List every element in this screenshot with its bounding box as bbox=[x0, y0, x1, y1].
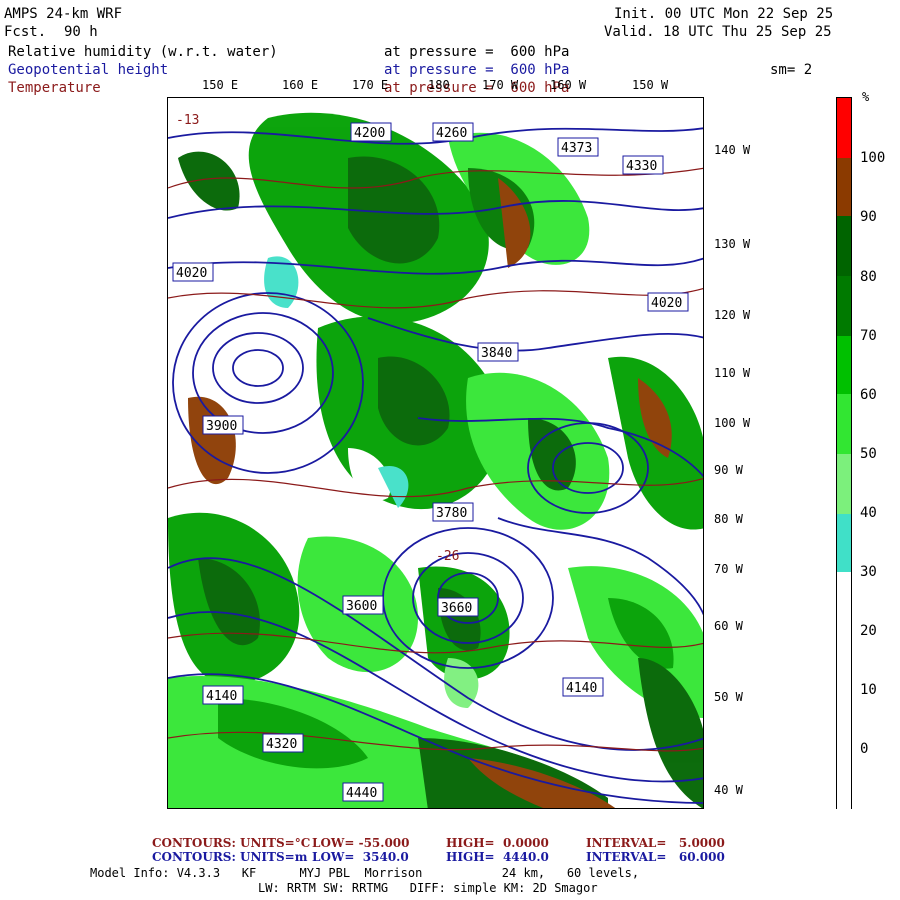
height-contour-units: UNITS=m bbox=[240, 850, 308, 864]
colorbar-segment bbox=[837, 572, 851, 810]
colorbar-segment bbox=[837, 336, 851, 394]
map-canvas: 4200 4260 4373 4330 4020 4020 3900 3840 … bbox=[168, 98, 703, 808]
temp-contour-units: UNITS=°C bbox=[240, 836, 311, 850]
colorbar-label: 100 bbox=[860, 150, 886, 166]
colorbar-label: 30 bbox=[860, 564, 877, 580]
lon-label: 180 bbox=[428, 78, 450, 92]
colorbar-label: 0 bbox=[860, 741, 869, 757]
colorbar-label: 40 bbox=[860, 505, 877, 521]
lat-label: 140 W bbox=[714, 143, 751, 157]
colorbar-segment bbox=[837, 98, 851, 158]
colorbar-label: 50 bbox=[860, 446, 877, 462]
height-contour-title: CONTOURS: bbox=[152, 850, 236, 864]
lat-label: 130 W bbox=[714, 237, 751, 251]
lat-label: 90 W bbox=[714, 463, 743, 477]
lon-label: 150 W bbox=[632, 78, 669, 92]
temperature-label: -26 bbox=[436, 549, 459, 564]
colorbar-label: 90 bbox=[860, 209, 877, 225]
lon-label: 170 E bbox=[352, 78, 389, 92]
colorbar-label: 70 bbox=[860, 328, 877, 344]
height-contour-low: LOW= 3540.0 bbox=[312, 850, 409, 864]
lon-label: 160 E bbox=[282, 78, 319, 92]
height-contour-high: HIGH= 4440.0 bbox=[446, 850, 549, 864]
colorbar-segment bbox=[837, 454, 851, 514]
field-height-name: Geopotential height bbox=[8, 62, 169, 78]
lat-label: 110 W bbox=[714, 366, 751, 380]
lon-label: 160 W bbox=[550, 78, 587, 92]
height-label: 4020 bbox=[651, 296, 682, 311]
field-rh-name: Relative humidity (w.r.t. water) bbox=[8, 44, 278, 60]
colorbar-segment bbox=[837, 276, 851, 336]
lat-label: 60 W bbox=[714, 619, 743, 633]
height-label: 4373 bbox=[561, 141, 592, 156]
height-contour-interval: INTERVAL= 60.000 bbox=[586, 850, 725, 864]
colorbar-label: 20 bbox=[860, 623, 877, 639]
lon-label: 150 E bbox=[202, 78, 239, 92]
field-temp-name: Temperature bbox=[8, 80, 101, 96]
lat-label: 70 W bbox=[714, 562, 743, 576]
lon-label: 170 W bbox=[482, 78, 519, 92]
height-label: 4260 bbox=[436, 126, 467, 141]
height-label: 4140 bbox=[566, 681, 597, 696]
colorbar-segment bbox=[837, 394, 851, 454]
height-label: 4320 bbox=[266, 737, 297, 752]
field-height-level: at pressure = 600 hPa bbox=[384, 62, 570, 78]
height-label: 3660 bbox=[441, 601, 472, 616]
colorbar-label: 60 bbox=[860, 387, 877, 403]
height-label: 3780 bbox=[436, 506, 467, 521]
height-label: 3840 bbox=[481, 346, 512, 361]
forecast-label: Fcst. bbox=[4, 24, 47, 40]
temp-contour-title: CONTOURS: bbox=[152, 836, 236, 850]
lat-label: 50 W bbox=[714, 690, 743, 704]
field-temp-level: at pressure = 600 hPa bbox=[384, 80, 570, 96]
colorbar-label: 10 bbox=[860, 682, 877, 698]
lat-label: 40 W bbox=[714, 783, 743, 797]
temp-contour-low: LOW= -55.000 bbox=[312, 836, 410, 850]
colorbar-label: 80 bbox=[860, 269, 877, 285]
height-label: 4440 bbox=[346, 786, 377, 801]
model-info-line2: LW: RRTM SW: RRTMG DIFF: simple KM: 2D S… bbox=[258, 881, 598, 895]
height-label: 4330 bbox=[626, 159, 657, 174]
init-time: Init. 00 UTC Mon 22 Sep 25 bbox=[614, 6, 834, 22]
temp-contour-interval: INTERVAL= 5.0000 bbox=[586, 836, 725, 850]
forecast-hour: 90 h bbox=[64, 24, 98, 40]
colorbar-segment bbox=[837, 216, 851, 276]
temperature-label: -13 bbox=[176, 113, 199, 128]
height-label: 4020 bbox=[176, 266, 207, 281]
colorbar bbox=[836, 97, 852, 810]
model-info-line1: Model Info: V4.3.3 KF MYJ PBL Morrison 2… bbox=[90, 866, 640, 880]
field-rh-level: at pressure = 600 hPa bbox=[384, 44, 570, 60]
weather-map: 4200 4260 4373 4330 4020 4020 3900 3840 … bbox=[167, 97, 704, 809]
valid-time: Valid. 18 UTC Thu 25 Sep 25 bbox=[604, 24, 832, 40]
model-title: AMPS 24-km WRF bbox=[4, 6, 123, 22]
temp-contour-high: HIGH= 0.0000 bbox=[446, 836, 549, 850]
colorbar-segment bbox=[837, 158, 851, 216]
height-label: 3900 bbox=[206, 419, 237, 434]
height-label: 4140 bbox=[206, 689, 237, 704]
height-label: 4200 bbox=[354, 126, 385, 141]
height-label: 3600 bbox=[346, 599, 377, 614]
colorbar-segment bbox=[837, 514, 851, 572]
lat-label: 80 W bbox=[714, 512, 743, 526]
smoothing-value: sm= 2 bbox=[770, 62, 813, 78]
lat-label: 100 W bbox=[714, 416, 751, 430]
lat-label: 120 W bbox=[714, 308, 751, 322]
colorbar-unit: % bbox=[862, 90, 870, 104]
